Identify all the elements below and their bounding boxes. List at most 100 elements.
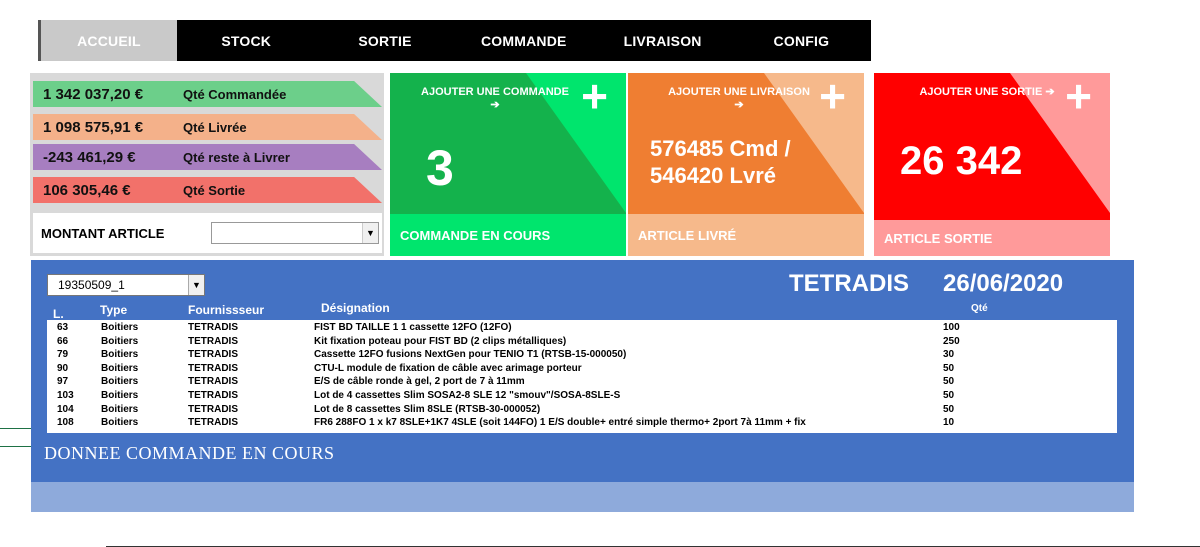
plus-icon[interactable]: + [581, 73, 608, 119]
cell-l: 97 [57, 376, 69, 388]
order-select-value: 19350509_1 [58, 278, 125, 292]
plus-icon[interactable]: + [1065, 73, 1092, 119]
cell-designation: Kit fixation poteau pour FIST BD (2 clip… [314, 335, 567, 347]
add-sortie-button[interactable]: AJOUTER UNE SORTIE ➔ [912, 86, 1062, 99]
main-nav: ACCUEIL STOCK SORTIE COMMANDE LIVRAISON … [38, 20, 871, 61]
cell-fournisseur: TETRADIS [188, 362, 238, 374]
summary-panel: 1 342 037,20 € Qté Commandée 1 098 575,9… [30, 73, 384, 256]
order-date: 26/06/2020 [943, 270, 1064, 297]
header-qte: Qté [971, 303, 988, 314]
cell-type: Boitiers [101, 322, 139, 333]
ordered-amount: 1 342 037,20 € [43, 85, 144, 103]
delivered-amount: 1 098 575,91 € [43, 118, 144, 136]
tab-livraison[interactable]: LIVRAISON [593, 20, 732, 61]
cell-l: 79 [57, 349, 69, 361]
out-label: Qté Sortie [183, 182, 246, 198]
sortie-count: 26 342 [900, 139, 1023, 183]
remaining-amount: -243 461,29 € [43, 148, 136, 166]
panel-footer-band [31, 482, 1134, 512]
cell-qte: 10 [943, 417, 955, 429]
livraison-value: 576485 Cmd / 546420 Lvré [650, 135, 791, 189]
cell-qte: 50 [943, 376, 955, 388]
cell-qte: 50 [943, 403, 955, 415]
chevron-down-icon[interactable]: ▼ [362, 223, 378, 243]
cell-qte: 30 [943, 349, 955, 361]
tab-sortie[interactable]: SORTIE [316, 20, 455, 61]
header-type: Type [100, 303, 128, 317]
add-commande-button[interactable]: AJOUTER UNE COMMANDE ➔ [420, 86, 570, 112]
delivered-label: Qté Livrée [183, 119, 247, 135]
divider [0, 446, 31, 447]
cell-qte: 50 [943, 362, 955, 374]
card-livraison-footer: ARTICLE LIVRÉ [628, 214, 864, 256]
ordered-ribbon: 1 342 037,20 € Qté Commandée [33, 81, 382, 107]
delivered-ribbon: 1 098 575,91 € Qté Livrée [33, 114, 382, 140]
montant-article-row: MONTANT ARTICLE ▼ [33, 213, 382, 253]
cell-type: Boitiers [101, 376, 139, 388]
order-select[interactable]: 19350509_1 ▼ [47, 274, 205, 296]
cell-fournisseur: TETRADIS [188, 322, 238, 333]
cell-type: Boitiers [101, 417, 139, 429]
remaining-label: Qté reste à Livrer [183, 149, 290, 165]
section-title: DONNEE COMMANDE EN COURS [44, 443, 335, 463]
header-designation: Désignation [321, 301, 390, 315]
card-sortie: AJOUTER UNE SORTIE ➔ + 26 342 ARTICLE SO… [874, 73, 1110, 256]
montant-article-label: MONTANT ARTICLE [41, 225, 165, 241]
cell-type: Boitiers [101, 389, 139, 401]
plus-icon[interactable]: + [819, 73, 846, 119]
company-name: TETRADIS [789, 270, 909, 297]
cell-l: 104 [57, 403, 74, 415]
order-panel: 19350509_1 ▼ TETRADIS 26/06/2020 L. Type… [31, 260, 1134, 512]
cell-fournisseur: TETRADIS [188, 376, 238, 388]
table-row[interactable]: 97 Boitiers TETRADIS E/S de câble ronde … [47, 375, 1117, 389]
out-amount: 106 305,46 € [43, 181, 131, 199]
chevron-down-icon[interactable]: ▼ [188, 275, 204, 295]
cell-l: 108 [57, 417, 74, 429]
table-row[interactable]: 108 Boitiers TETRADIS FR6 288FO 1 x k7 8… [47, 416, 1117, 430]
cell-designation: E/S de câble ronde à gel, 2 port de 7 à … [314, 376, 525, 388]
cell-fournisseur: TETRADIS [188, 335, 238, 347]
cell-designation: Lot de 8 cassettes Slim 8SLE (RTSB-30-00… [314, 403, 541, 415]
cell-fournisseur: TETRADIS [188, 417, 238, 429]
add-livraison-button[interactable]: AJOUTER UNE LIVRAISON ➔ [664, 86, 814, 112]
commande-count: 3 [426, 140, 454, 196]
cell-qte: 50 [943, 389, 955, 401]
card-livraison: AJOUTER UNE LIVRAISON ➔ + 576485 Cmd / 5… [628, 73, 864, 256]
tab-accueil[interactable]: ACCUEIL [38, 20, 177, 61]
cell-type: Boitiers [101, 362, 139, 374]
cell-l: 63 [57, 322, 69, 333]
cell-fournisseur: TETRADIS [188, 403, 238, 415]
tab-config[interactable]: CONFIG [732, 20, 871, 61]
cell-qte: 250 [943, 335, 960, 347]
card-commande-footer: COMMANDE EN COURS [390, 214, 626, 256]
order-lines-table: 63 Boitiers TETRADIS FIST BD TAILLE 1 1 … [47, 320, 1117, 433]
cell-designation: Cassette 12FO fusions NextGen pour TENIO… [314, 349, 627, 361]
cell-type: Boitiers [101, 349, 139, 361]
table-row[interactable]: 79 Boitiers TETRADIS Cassette 12FO fusio… [47, 348, 1117, 362]
cell-type: Boitiers [101, 403, 139, 415]
table-row[interactable]: 104 Boitiers TETRADIS Lot de 8 cassettes… [47, 403, 1117, 417]
cell-type: Boitiers [101, 335, 139, 347]
tab-stock[interactable]: STOCK [177, 20, 316, 61]
cell-qte: 100 [943, 322, 960, 333]
table-row[interactable]: 63 Boitiers TETRADIS FIST BD TAILLE 1 1 … [47, 321, 1117, 335]
livraison-value-line1: 576485 Cmd / [650, 136, 791, 161]
card-commande: AJOUTER UNE COMMANDE ➔ + 3 COMMANDE EN C… [390, 73, 626, 256]
header-l: L. [53, 307, 64, 321]
card-sortie-footer: ARTICLE SORTIE [874, 220, 1110, 256]
cell-designation: CTU-L module de fixation de câble avec a… [314, 362, 582, 374]
cell-fournisseur: TETRADIS [188, 349, 238, 361]
cell-l: 90 [57, 362, 69, 374]
tab-commande[interactable]: COMMANDE [454, 20, 593, 61]
montant-article-select[interactable]: ▼ [211, 222, 379, 244]
table-row[interactable]: 103 Boitiers TETRADIS Lot de 4 cassettes… [47, 389, 1117, 403]
cell-fournisseur: TETRADIS [188, 389, 238, 401]
divider [0, 428, 31, 429]
table-row[interactable]: 90 Boitiers TETRADIS CTU-L module de fix… [47, 362, 1117, 376]
out-ribbon: 106 305,46 € Qté Sortie [33, 177, 382, 203]
livraison-value-line2: 546420 Lvré [650, 163, 776, 188]
cell-designation: FIST BD TAILLE 1 1 cassette 12FO (12FO) [314, 322, 512, 333]
cell-l: 66 [57, 335, 69, 347]
cell-l: 103 [57, 389, 74, 401]
table-row[interactable]: 66 Boitiers TETRADIS Kit fixation poteau… [47, 335, 1117, 349]
